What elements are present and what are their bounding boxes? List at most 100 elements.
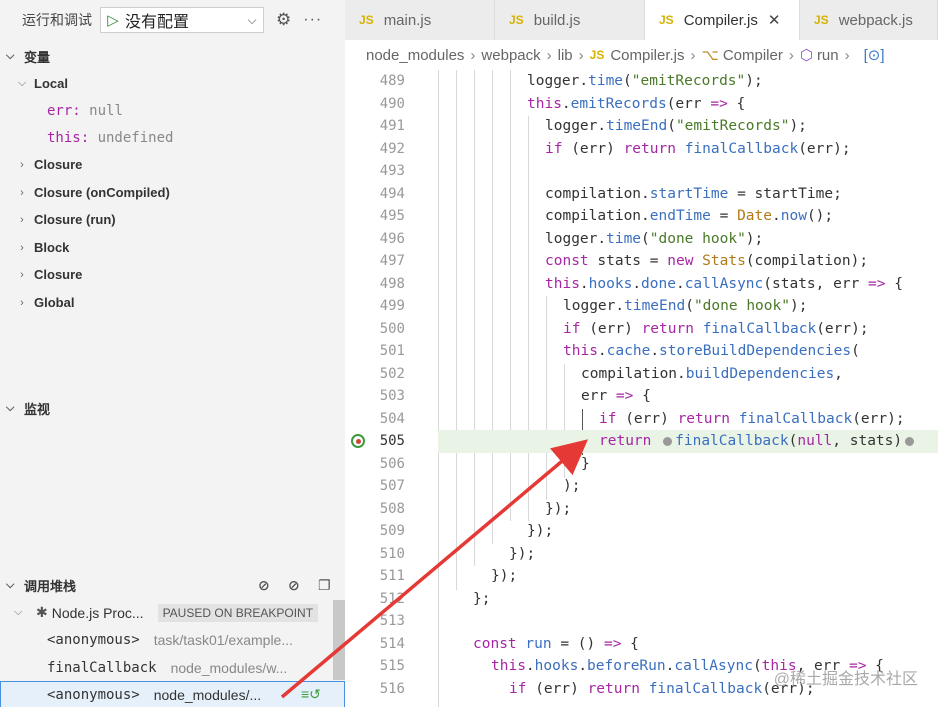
line-number: 503 — [379, 388, 405, 405]
launch-config-value: 没有配置 — [125, 14, 190, 31]
launch-config-select[interactable]: ▷ 没有配置 ⌵ — [100, 7, 264, 33]
scope-global[interactable]: › Global — [0, 289, 345, 316]
scope-closure-oncompiled[interactable]: › Closure (onCompiled) — [0, 179, 345, 206]
variable-name: err — [47, 102, 73, 119]
stack-frame[interactable]: finalCallback node_modules/w... — [0, 654, 345, 681]
variable-name: this — [47, 129, 81, 146]
breadcrumb: node_modules › webpack › lib › JS Compiler.j… — [345, 40, 938, 70]
line-number: 499 — [379, 298, 405, 315]
close-icon[interactable]: ✕ — [768, 11, 781, 29]
scope-label: Global — [34, 295, 75, 310]
frame-function: finalCallback — [47, 659, 157, 676]
line-number: 506 — [379, 455, 405, 472]
restart-frame-icon[interactable]: ≡↺ — [301, 686, 321, 703]
breadcrumb-item[interactable]: Compiler.js — [610, 47, 684, 64]
chevron-right-icon: › — [20, 186, 24, 199]
chevron-down-icon: ⌵ — [17, 77, 27, 89]
step-over-icon[interactable]: ⊘ — [258, 577, 270, 594]
frame-path: node_modules/... — [153, 686, 262, 703]
stack-frame[interactable]: <anonymous> task/task01/example... — [0, 626, 345, 653]
breadcrumb-item[interactable]: node_modules — [366, 47, 464, 64]
variables-section-header[interactable]: ⌵ 变量 — [0, 42, 345, 70]
thread-name: Node.js Proc... — [51, 604, 144, 621]
line-number: 493 — [379, 163, 405, 180]
line-number: 496 — [379, 230, 405, 247]
tab-main-js[interactable]: JS main.js — [345, 0, 495, 40]
method-icon: ⬡ — [799, 47, 813, 64]
watch-title: 监视 — [24, 401, 51, 417]
chevron-right-icon: › — [20, 213, 24, 226]
variable-err[interactable]: err: null — [0, 97, 345, 124]
watch-list — [0, 422, 345, 567]
scope-block[interactable]: › Block — [0, 234, 345, 261]
line-number: 492 — [379, 140, 405, 157]
watch-section-header[interactable]: ⌵ 监视 — [0, 394, 345, 422]
scope-label: Closure — [34, 157, 83, 172]
tab-label: build.js — [533, 11, 581, 29]
variable-value: undefined — [97, 129, 174, 146]
play-icon[interactable]: ▷ — [101, 11, 125, 29]
tab-build-js[interactable]: JS build.js — [495, 0, 645, 40]
scope-closure-2[interactable]: › Closure — [0, 261, 345, 288]
line-number: 514 — [379, 635, 405, 652]
more-actions-icon[interactable]: ··· — [303, 11, 322, 29]
tab-label: webpack.js — [838, 11, 913, 29]
line-number: 500 — [379, 320, 405, 337]
gear-icon[interactable]: ⚙ — [276, 10, 291, 30]
class-icon: ⌥ — [701, 47, 719, 64]
scope-label: Local — [34, 76, 68, 91]
variable-this[interactable]: this: undefined — [0, 124, 345, 151]
scope-label: Block — [34, 240, 70, 255]
watermark: @稀土掘金技术社区 — [773, 671, 918, 688]
chevron-right-icon: › — [20, 296, 24, 309]
breadcrumb-item[interactable]: Compiler — [723, 47, 783, 64]
line-number: 495 — [379, 208, 405, 225]
chevron-down-icon: ⌵ — [14, 606, 23, 618]
thread-item[interactable]: ⌵ ✱ Node.js Proc... PAUSED ON BREAKPOINT — [0, 599, 345, 626]
bug-icon: ✱ — [36, 604, 48, 620]
callstack-section-header[interactable]: ⌵ 调用堆栈 ⊘ ⊘ ❐ — [0, 571, 345, 599]
js-file-icon: JS — [359, 13, 374, 27]
breakpoint-line[interactable]: 505 return finalCallback(null, stats) — [345, 430, 938, 453]
tab-compiler-js[interactable]: JS Compiler.js ✕ — [645, 0, 800, 40]
scope-closure[interactable]: › Closure — [0, 151, 345, 178]
line-number: 513 — [379, 613, 405, 630]
breadcrumb-item[interactable]: webpack — [481, 47, 540, 64]
tab-label: main.js — [383, 11, 432, 29]
chevron-right-icon: › — [20, 268, 24, 281]
tab-webpack-js[interactable]: JS webpack.js — [800, 0, 938, 40]
chevron-down-icon[interactable]: ⌵ — [241, 13, 263, 28]
line-number: 504 — [379, 410, 405, 427]
chevron-down-icon: ⌵ — [6, 49, 15, 62]
collapse-all-icon[interactable]: ❐ — [318, 577, 331, 594]
breadcrumb-item[interactable]: lib — [558, 47, 573, 64]
run-debug-toolbar: 运行和调试 ▷ 没有配置 ⌵ ⚙ ··· — [0, 0, 345, 40]
js-file-icon: JS — [659, 13, 674, 27]
debug-sidebar: 运行和调试 ▷ 没有配置 ⌵ ⚙ ··· ⌵ 变量 ⌵ Local err: n… — [0, 0, 345, 707]
js-file-icon: JS — [509, 13, 524, 27]
status-badge: PAUSED ON BREAKPOINT — [157, 603, 319, 622]
line-number: 494 — [379, 185, 405, 202]
breadcrumb-item[interactable]: run — [817, 47, 839, 64]
js-file-icon: JS — [814, 13, 829, 27]
stack-frame-selected[interactable]: <anonymous> node_modules/... ≡↺ — [0, 681, 345, 707]
chevron-right-icon: › — [20, 241, 24, 254]
editor-tabs: JS main.js JS build.js JS Compiler.js ✕ … — [345, 0, 938, 40]
frame-path: task/task01/example... — [153, 631, 294, 648]
scrollbar[interactable] — [333, 600, 345, 680]
scope-closure-run[interactable]: › Closure (run) — [0, 206, 345, 233]
line-number: 507 — [379, 478, 405, 495]
line-number: 490 — [379, 95, 405, 112]
callstack-title: 调用堆栈 — [24, 578, 77, 594]
symbol-icon: [⊙] — [863, 47, 885, 64]
tab-label: Compiler.js — [683, 11, 758, 29]
scope-local[interactable]: ⌵ Local — [0, 70, 345, 97]
frame-function: <anonymous> — [47, 686, 140, 703]
step-into-icon[interactable]: ⊘ — [288, 577, 300, 594]
line-number: 491 — [379, 118, 405, 135]
line-number: 515 — [379, 658, 405, 675]
line-number: 502 — [379, 365, 405, 382]
code-editor[interactable]: 489 logger.time("emitRecords"); 490 this… — [345, 70, 938, 707]
run-debug-title: 运行和调试 — [22, 12, 92, 28]
line-number: 489 — [379, 73, 405, 90]
